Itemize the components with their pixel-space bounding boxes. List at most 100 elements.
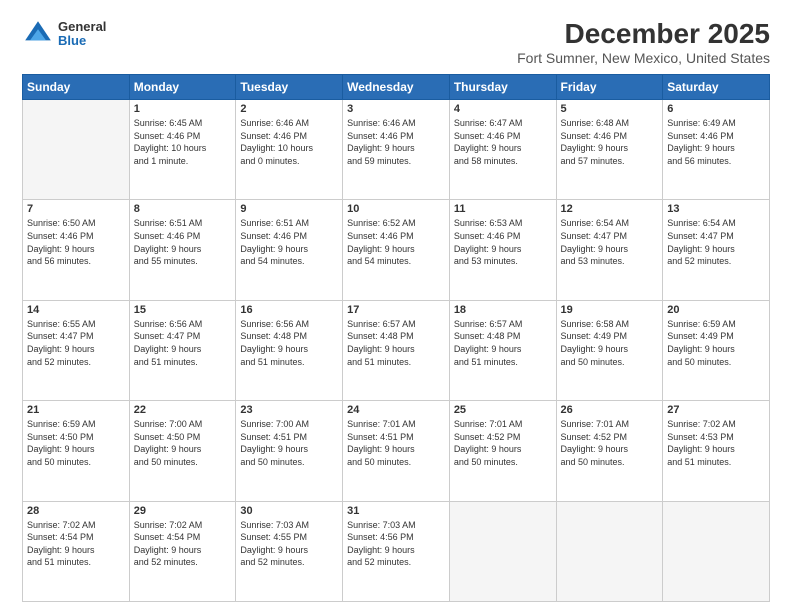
day-number: 24 (347, 404, 445, 416)
day-number: 31 (347, 505, 445, 517)
calendar-cell: 18 Sunrise: 6:57 AM Sunset: 4:48 PM Dayli… (449, 300, 556, 400)
day-number: 18 (454, 304, 552, 316)
title-block: December 2025 Fort Sumner, New Mexico, U… (517, 18, 770, 66)
day-number: 29 (134, 505, 232, 517)
day-number: 7 (27, 203, 125, 215)
day-info: Sunrise: 6:59 AM Sunset: 4:49 PM Dayligh… (667, 318, 765, 368)
calendar-cell: 9 Sunrise: 6:51 AM Sunset: 4:46 PM Daylig… (236, 200, 343, 300)
day-info: Sunrise: 6:47 AM Sunset: 4:46 PM Dayligh… (454, 117, 552, 167)
calendar-cell: 30 Sunrise: 7:03 AM Sunset: 4:55 PM Dayli… (236, 501, 343, 601)
calendar-week-4: 21Sunrise: 6:59 AM Sunset: 4:50 PM Dayli… (23, 401, 770, 501)
subtitle: Fort Sumner, New Mexico, United States (517, 50, 770, 66)
day-info: Sunrise: 6:46 AM Sunset: 4:46 PM Dayligh… (240, 117, 338, 167)
day-info: Sunrise: 7:02 AM Sunset: 4:54 PM Dayligh… (134, 519, 232, 569)
calendar-header-row: Sunday Monday Tuesday Wednesday Thursday… (23, 75, 770, 100)
calendar-cell: 20 Sunrise: 6:59 AM Sunset: 4:49 PM Dayli… (663, 300, 770, 400)
calendar-cell: 8 Sunrise: 6:51 AM Sunset: 4:46 PM Daylig… (129, 200, 236, 300)
day-info: Sunrise: 6:52 AM Sunset: 4:46 PM Dayligh… (347, 217, 445, 267)
calendar-cell (556, 501, 663, 601)
day-info: Sunrise: 7:02 AM Sunset: 4:53 PM Dayligh… (667, 418, 765, 468)
calendar-cell: 1 Sunrise: 6:45 AM Sunset: 4:46 PM Daylig… (129, 100, 236, 200)
day-info: Sunrise: 6:53 AM Sunset: 4:46 PM Dayligh… (454, 217, 552, 267)
day-number: 12 (561, 203, 659, 215)
calendar-cell: 11 Sunrise: 6:53 AM Sunset: 4:46 PM Dayli… (449, 200, 556, 300)
calendar-cell (23, 100, 130, 200)
calendar-cell: 17Sunrise: 6:57 AM Sunset: 4:48 PM Dayli… (343, 300, 450, 400)
page: General Blue December 2025 Fort Sumner, … (0, 0, 792, 612)
day-info: Sunrise: 7:03 AM Sunset: 4:56 PM Dayligh… (347, 519, 445, 569)
logo-text: General Blue (58, 20, 106, 49)
day-info: Sunrise: 6:45 AM Sunset: 4:46 PM Dayligh… (134, 117, 232, 167)
day-info: Sunrise: 6:49 AM Sunset: 4:46 PM Dayligh… (667, 117, 765, 167)
logo-general: General (58, 20, 106, 34)
day-number: 30 (240, 505, 338, 517)
calendar-cell: 4Sunrise: 6:47 AM Sunset: 4:46 PM Daylig… (449, 100, 556, 200)
calendar-week-1: 1 Sunrise: 6:45 AM Sunset: 4:46 PM Daylig… (23, 100, 770, 200)
day-info: Sunrise: 6:56 AM Sunset: 4:47 PM Dayligh… (134, 318, 232, 368)
day-info: Sunrise: 6:57 AM Sunset: 4:48 PM Dayligh… (454, 318, 552, 368)
day-info: Sunrise: 6:46 AM Sunset: 4:46 PM Dayligh… (347, 117, 445, 167)
header-thursday: Thursday (449, 75, 556, 100)
day-number: 26 (561, 404, 659, 416)
day-number: 16 (240, 304, 338, 316)
calendar-cell: 6 Sunrise: 6:49 AM Sunset: 4:46 PM Daylig… (663, 100, 770, 200)
header: General Blue December 2025 Fort Sumner, … (22, 18, 770, 66)
day-number: 13 (667, 203, 765, 215)
day-number: 8 (134, 203, 232, 215)
calendar-cell: 23 Sunrise: 7:00 AM Sunset: 4:51 PM Dayli… (236, 401, 343, 501)
day-number: 9 (240, 203, 338, 215)
day-info: Sunrise: 6:51 AM Sunset: 4:46 PM Dayligh… (134, 217, 232, 267)
calendar-cell: 5Sunrise: 6:48 AM Sunset: 4:46 PM Daylig… (556, 100, 663, 200)
day-info: Sunrise: 7:01 AM Sunset: 4:52 PM Dayligh… (561, 418, 659, 468)
calendar-week-3: 14 Sunrise: 6:55 AM Sunset: 4:47 PM Dayli… (23, 300, 770, 400)
header-tuesday: Tuesday (236, 75, 343, 100)
day-info: Sunrise: 7:02 AM Sunset: 4:54 PM Dayligh… (27, 519, 125, 569)
day-number: 23 (240, 404, 338, 416)
calendar-cell (449, 501, 556, 601)
day-number: 10 (347, 203, 445, 215)
day-info: Sunrise: 7:00 AM Sunset: 4:50 PM Dayligh… (134, 418, 232, 468)
calendar-cell: 26 Sunrise: 7:01 AM Sunset: 4:52 PM Dayli… (556, 401, 663, 501)
day-number: 11 (454, 203, 552, 215)
day-number: 19 (561, 304, 659, 316)
calendar-cell: 24Sunrise: 7:01 AM Sunset: 4:51 PM Dayli… (343, 401, 450, 501)
day-number: 27 (667, 404, 765, 416)
header-monday: Monday (129, 75, 236, 100)
calendar-cell: 27 Sunrise: 7:02 AM Sunset: 4:53 PM Dayli… (663, 401, 770, 501)
logo: General Blue (22, 18, 106, 50)
calendar-week-2: 7 Sunrise: 6:50 AM Sunset: 4:46 PM Daylig… (23, 200, 770, 300)
calendar-cell: 3 Sunrise: 6:46 AM Sunset: 4:46 PM Daylig… (343, 100, 450, 200)
calendar-cell: 2 Sunrise: 6:46 AM Sunset: 4:46 PM Daylig… (236, 100, 343, 200)
day-info: Sunrise: 6:48 AM Sunset: 4:46 PM Dayligh… (561, 117, 659, 167)
day-info: Sunrise: 6:56 AM Sunset: 4:48 PM Dayligh… (240, 318, 338, 368)
calendar-cell: 10 Sunrise: 6:52 AM Sunset: 4:46 PM Dayli… (343, 200, 450, 300)
day-info: Sunrise: 6:54 AM Sunset: 4:47 PM Dayligh… (561, 217, 659, 267)
day-number: 17 (347, 304, 445, 316)
day-info: Sunrise: 6:51 AM Sunset: 4:46 PM Dayligh… (240, 217, 338, 267)
calendar-cell: 12 Sunrise: 6:54 AM Sunset: 4:47 PM Dayli… (556, 200, 663, 300)
day-number: 3 (347, 103, 445, 115)
header-saturday: Saturday (663, 75, 770, 100)
calendar-cell: 31 Sunrise: 7:03 AM Sunset: 4:56 PM Dayli… (343, 501, 450, 601)
calendar-cell: 15Sunrise: 6:56 AM Sunset: 4:47 PM Dayli… (129, 300, 236, 400)
day-number: 1 (134, 103, 232, 115)
day-info: Sunrise: 7:00 AM Sunset: 4:51 PM Dayligh… (240, 418, 338, 468)
day-number: 6 (667, 103, 765, 115)
calendar: Sunday Monday Tuesday Wednesday Thursday… (22, 74, 770, 602)
header-friday: Friday (556, 75, 663, 100)
header-wednesday: Wednesday (343, 75, 450, 100)
calendar-cell: 13Sunrise: 6:54 AM Sunset: 4:47 PM Dayli… (663, 200, 770, 300)
day-number: 20 (667, 304, 765, 316)
calendar-cell: 29 Sunrise: 7:02 AM Sunset: 4:54 PM Dayli… (129, 501, 236, 601)
calendar-cell: 22Sunrise: 7:00 AM Sunset: 4:50 PM Dayli… (129, 401, 236, 501)
calendar-week-5: 28Sunrise: 7:02 AM Sunset: 4:54 PM Dayli… (23, 501, 770, 601)
day-number: 14 (27, 304, 125, 316)
day-number: 2 (240, 103, 338, 115)
day-info: Sunrise: 7:03 AM Sunset: 4:55 PM Dayligh… (240, 519, 338, 569)
day-number: 21 (27, 404, 125, 416)
calendar-cell: 14 Sunrise: 6:55 AM Sunset: 4:47 PM Dayli… (23, 300, 130, 400)
day-info: Sunrise: 7:01 AM Sunset: 4:52 PM Dayligh… (454, 418, 552, 468)
header-sunday: Sunday (23, 75, 130, 100)
day-info: Sunrise: 6:50 AM Sunset: 4:46 PM Dayligh… (27, 217, 125, 267)
day-info: Sunrise: 6:55 AM Sunset: 4:47 PM Dayligh… (27, 318, 125, 368)
